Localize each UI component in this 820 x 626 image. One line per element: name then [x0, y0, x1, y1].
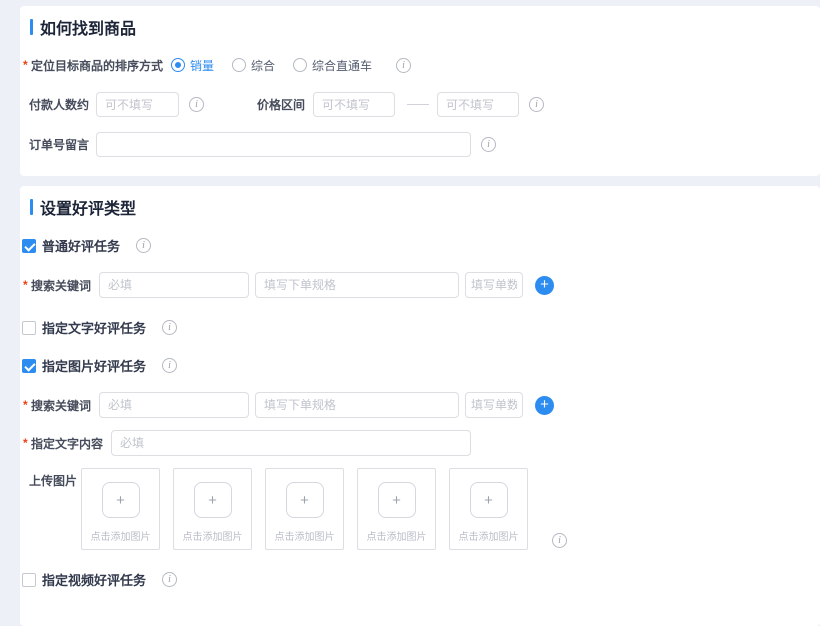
upload-box-list: + 点击添加图片 + 点击添加图片 + 点击添加图片 + 点击添加图片 + 点击…: [81, 468, 528, 550]
review-type-title: 设置好评类型: [30, 195, 136, 219]
text-content-input[interactable]: [111, 430, 471, 456]
radio-icon: [293, 58, 307, 72]
upload-box-text: 点击添加图片: [91, 528, 151, 543]
required-asterisk: *: [23, 58, 29, 72]
section-title-text: 如何找到商品: [40, 15, 136, 39]
order-spec-input[interactable]: [255, 392, 459, 418]
upload-box-2[interactable]: + 点击添加图片: [173, 468, 252, 550]
add-image-icon: +: [378, 482, 416, 518]
add-keyword-row-button[interactable]: +: [535, 396, 554, 415]
upload-box-text: 点击添加图片: [367, 528, 427, 543]
radio-label: 销量: [190, 57, 214, 74]
image-task-checkbox[interactable]: [22, 359, 36, 373]
add-keyword-row-button[interactable]: +: [535, 276, 554, 295]
add-image-icon: +: [102, 482, 140, 518]
image-task-label: 指定图片好评任务: [42, 356, 146, 375]
text-task-row: 指定文字好评任务 i: [20, 318, 820, 337]
add-image-icon: +: [470, 482, 508, 518]
video-task-row: 指定视频好评任务 i: [20, 570, 820, 589]
order-count-input[interactable]: [465, 272, 523, 298]
order-note-row: 订单号留言 i: [20, 132, 820, 157]
required-asterisk: *: [23, 278, 29, 292]
radio-icon: [232, 58, 246, 72]
required-asterisk: *: [23, 436, 29, 450]
radio-label: 综合: [251, 57, 275, 74]
order-note-input[interactable]: [96, 132, 471, 157]
upload-images-label: 上传图片: [29, 468, 77, 489]
find-product-title: 如何找到商品: [30, 15, 136, 39]
price-range-info-icon[interactable]: i: [529, 97, 544, 112]
sort-info-icon[interactable]: i: [396, 58, 411, 73]
order-count-input[interactable]: [465, 392, 523, 418]
search-keyword-row-1: * 搜索关键词 +: [20, 272, 820, 298]
price-range-label: 价格区间: [257, 96, 305, 113]
sort-method-row: * 定位目标商品的排序方式 销量 综合 综合直通车 i: [20, 53, 820, 77]
keyword-input[interactable]: [99, 392, 249, 418]
upload-box-5[interactable]: + 点击添加图片: [449, 468, 528, 550]
text-content-row: * 指定文字内容: [20, 430, 820, 456]
required-asterisk: *: [23, 398, 29, 412]
upload-images-row: 上传图片 + 点击添加图片 + 点击添加图片 + 点击添加图片 + 点击添加图片…: [20, 468, 820, 550]
radio-selected-icon: [171, 58, 185, 72]
section-title-text: 设置好评类型: [40, 195, 136, 219]
video-task-checkbox[interactable]: [22, 573, 36, 587]
search-keyword-row-2: * 搜索关键词 +: [20, 392, 820, 418]
order-note-label: 订单号留言: [29, 136, 89, 153]
upload-box-text: 点击添加图片: [183, 528, 243, 543]
price-range-dash: [407, 104, 429, 105]
sort-method-label: 定位目标商品的排序方式: [31, 57, 163, 74]
pay-count-price-row: 付款人数约 i 价格区间 i: [20, 92, 820, 117]
order-spec-input[interactable]: [255, 272, 459, 298]
keyword-input[interactable]: [99, 272, 249, 298]
upload-box-4[interactable]: + 点击添加图片: [357, 468, 436, 550]
image-task-row: 指定图片好评任务 i: [20, 356, 820, 375]
video-task-label: 指定视频好评任务: [42, 570, 146, 589]
pay-count-input[interactable]: [96, 92, 179, 117]
upload-box-3[interactable]: + 点击添加图片: [265, 468, 344, 550]
text-task-info-icon[interactable]: i: [162, 320, 177, 335]
text-task-checkbox[interactable]: [22, 321, 36, 335]
upload-box-text: 点击添加图片: [459, 528, 519, 543]
normal-task-info-icon[interactable]: i: [136, 238, 151, 253]
price-max-input[interactable]: [437, 92, 519, 117]
normal-task-checkbox[interactable]: [22, 239, 36, 253]
text-content-label: 指定文字内容: [31, 435, 103, 452]
radio-sort-comprehensive[interactable]: 综合: [232, 57, 275, 74]
radio-label: 综合直通车: [312, 57, 372, 74]
price-min-input[interactable]: [313, 92, 395, 117]
find-product-section: 如何找到商品 * 定位目标商品的排序方式 销量 综合 综合直通车 i 付款人数约…: [20, 6, 820, 176]
normal-task-label: 普通好评任务: [42, 236, 120, 255]
title-accent-bar: [30, 19, 33, 35]
text-task-label: 指定文字好评任务: [42, 318, 146, 337]
review-type-section: 设置好评类型 普通好评任务 i * 搜索关键词 + 指定文字好评任务 i 指定图…: [20, 186, 820, 626]
search-keyword-label: 搜索关键词: [31, 277, 91, 294]
add-image-icon: +: [194, 482, 232, 518]
radio-sort-comprehensive-express[interactable]: 综合直通车: [293, 57, 372, 74]
upload-box-text: 点击添加图片: [275, 528, 335, 543]
image-task-info-icon[interactable]: i: [162, 358, 177, 373]
normal-task-row: 普通好评任务 i: [20, 236, 820, 255]
order-note-info-icon[interactable]: i: [481, 137, 496, 152]
pay-count-info-icon[interactable]: i: [189, 97, 204, 112]
radio-sort-sales[interactable]: 销量: [171, 57, 214, 74]
search-keyword-label: 搜索关键词: [31, 397, 91, 414]
upload-info-icon[interactable]: i: [552, 533, 567, 548]
title-accent-bar: [30, 199, 33, 215]
add-image-icon: +: [286, 482, 324, 518]
video-task-info-icon[interactable]: i: [162, 572, 177, 587]
pay-count-label: 付款人数约: [29, 96, 89, 113]
upload-box-1[interactable]: + 点击添加图片: [81, 468, 160, 550]
